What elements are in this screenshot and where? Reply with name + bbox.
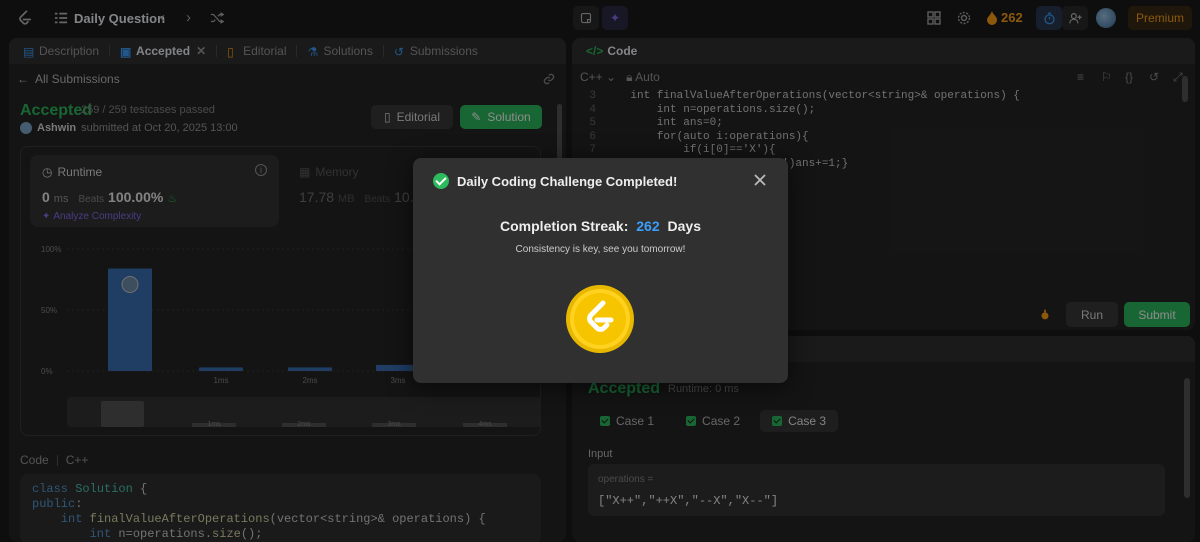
leetcode-coin-icon [566,285,634,353]
streak-unit: Days [667,218,701,234]
close-icon[interactable] [752,172,768,188]
modal-subtitle: Consistency is key, see you tomorrow! [515,244,686,255]
modal-backdrop[interactable]: Daily Coding Challenge Completed! Comple… [0,0,1200,542]
check-circle-icon [433,173,449,189]
streak-label: Completion Streak: [500,218,629,234]
daily-challenge-modal: Daily Coding Challenge Completed! Comple… [413,158,788,383]
modal-title-text: Daily Coding Challenge Completed! [457,173,678,189]
modal-title: Daily Coding Challenge Completed! [433,173,677,189]
streak-value: 262 [636,218,660,234]
streak-line: Completion Streak: 262 Days [413,218,788,234]
